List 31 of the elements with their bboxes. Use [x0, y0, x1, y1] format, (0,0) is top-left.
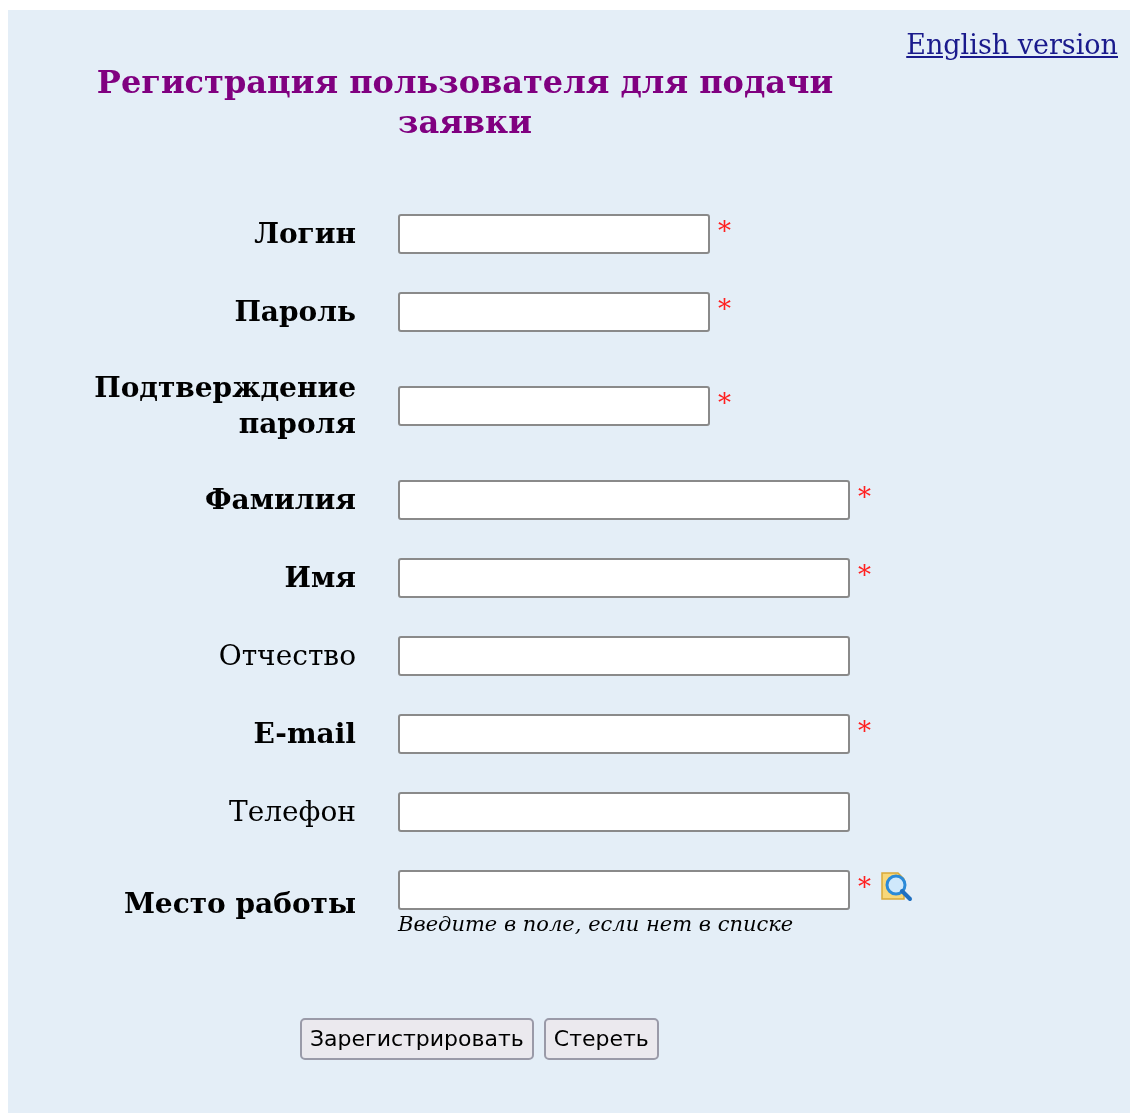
form-button[interactable]: Стереть	[543, 1018, 659, 1060]
text-input[interactable]	[398, 792, 850, 832]
field-label: Фамилия	[205, 482, 356, 518]
field-label: Отчество	[218, 638, 356, 674]
text-input[interactable]	[398, 292, 710, 332]
required-asterisk: *	[718, 388, 731, 418]
field-label: Логин	[254, 216, 356, 252]
field-label: Место работы	[123, 886, 356, 922]
text-input[interactable]	[398, 870, 850, 910]
required-asterisk: *	[718, 216, 731, 246]
form-button[interactable]: Зарегистрировать	[300, 1018, 534, 1060]
required-asterisk: *	[858, 716, 871, 746]
text-input[interactable]	[398, 558, 850, 598]
text-input[interactable]	[398, 214, 710, 254]
field-label: Пароль	[234, 294, 356, 330]
required-asterisk: *	[718, 294, 731, 324]
field-label: E-mail	[253, 716, 356, 752]
required-asterisk: *	[858, 560, 871, 590]
text-input[interactable]	[398, 386, 710, 426]
field-hint: Введите в поле, если нет в списке	[398, 911, 795, 938]
search-icon[interactable]	[879, 870, 913, 904]
text-input[interactable]	[398, 636, 850, 676]
required-asterisk: *	[858, 482, 871, 512]
field-label: Имя	[284, 560, 356, 596]
text-input[interactable]	[398, 480, 850, 520]
field-label: Подтверждение пароля	[93, 370, 356, 442]
field-label: Телефон	[228, 794, 356, 830]
required-asterisk: *	[858, 872, 871, 902]
page-title: Регистрация пользователя для подачи заявки	[95, 62, 835, 142]
text-input[interactable]	[398, 714, 850, 754]
language-link[interactable]: English version	[906, 28, 1118, 62]
